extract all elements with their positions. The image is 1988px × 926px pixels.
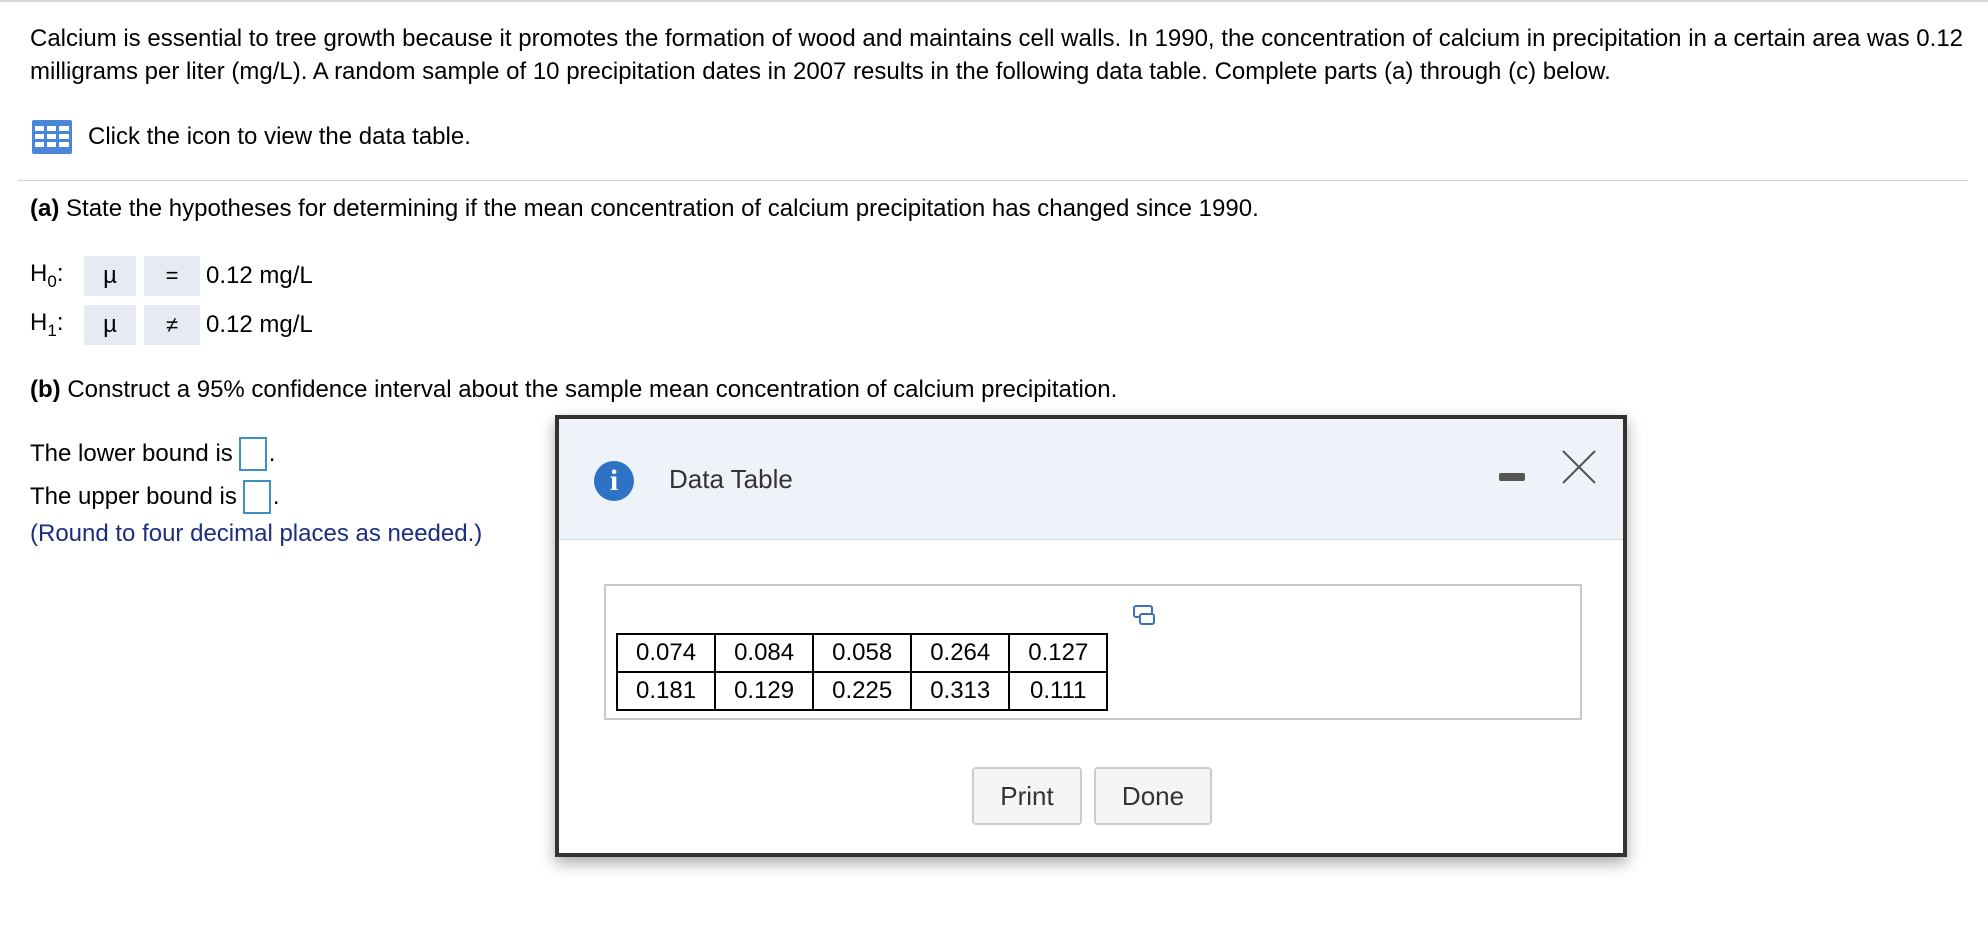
data-table-frame: 0.074 0.084 0.058 0.264 0.127 0.181 0.12… <box>604 584 1582 720</box>
problem-intro: Calcium is essential to tree growth beca… <box>30 25 1964 85</box>
alternative-hypothesis-value: 0.12 mg/L <box>206 311 313 338</box>
table-cell: 0.074 <box>615 633 717 673</box>
dialog-header: i Data Table <box>559 419 1623 540</box>
lower-bound-period: . <box>268 440 276 467</box>
copy-to-clipboard-icon[interactable] <box>1132 602 1158 628</box>
lower-bound-input[interactable] <box>238 437 267 471</box>
alternative-hypothesis-row: H1: µ ≠ 0.12 mg/L <box>30 305 313 345</box>
table-row: 0.074 0.084 0.058 0.264 0.127 <box>615 633 1109 673</box>
null-hypothesis-row: H0: µ = 0.12 mg/L <box>30 256 313 296</box>
data-table-dialog: i Data Table 0.074 0.084 0.058 0.264 0.1… <box>555 415 1627 857</box>
lower-bound-label: The lower bound is <box>30 440 233 467</box>
table-cell: 0.127 <box>1008 633 1109 673</box>
table-cell: 0.129 <box>714 671 815 711</box>
alternative-hypothesis-label: H1: <box>30 309 64 340</box>
part-b-text: Construct a 95% confidence interval abou… <box>67 376 1118 403</box>
data-table-icon[interactable] <box>32 120 72 154</box>
upper-bound-row: The upper bound is . <box>30 480 279 514</box>
part-a-prompt: (a) State the hypotheses for determining… <box>30 193 1259 225</box>
null-hypothesis-parameter[interactable]: µ <box>84 256 136 296</box>
data-table-link-row: Click the icon to view the data table. <box>32 120 471 154</box>
close-icon[interactable] <box>1559 447 1599 487</box>
table-row: 0.181 0.129 0.225 0.313 0.111 <box>615 671 1109 711</box>
rounding-note: (Round to four decimal places as needed.… <box>30 520 483 547</box>
upper-bound-period: . <box>272 483 280 510</box>
part-b-prompt: (b) Construct a 95% confidence interval … <box>30 374 1117 406</box>
table-cell: 0.181 <box>615 671 717 711</box>
top-border <box>0 0 1988 2</box>
null-hypothesis-operator[interactable]: = <box>144 256 200 296</box>
dialog-title: Data Table <box>669 464 793 494</box>
print-button[interactable]: Print <box>972 767 1082 825</box>
table-cell: 0.058 <box>812 633 913 673</box>
table-cell: 0.111 <box>1008 671 1109 711</box>
part-a-text: State the hypotheses for determining if … <box>66 195 1259 222</box>
data-table-link-label: Click the icon to view the data table. <box>88 123 471 150</box>
table-cell: 0.313 <box>910 671 1011 711</box>
part-a-label: (a) <box>30 195 60 222</box>
done-button[interactable]: Done <box>1094 767 1212 825</box>
alternative-hypothesis-operator[interactable]: ≠ <box>144 305 200 345</box>
calcium-data-table: 0.074 0.084 0.058 0.264 0.127 0.181 0.12… <box>615 633 1109 711</box>
table-cell: 0.084 <box>714 633 815 673</box>
section-divider <box>18 180 1968 181</box>
minimize-icon[interactable] <box>1499 471 1527 483</box>
upper-bound-input[interactable] <box>242 480 271 514</box>
table-cell: 0.225 <box>812 671 913 711</box>
table-cell: 0.264 <box>910 633 1011 673</box>
part-b-label: (b) <box>30 376 61 403</box>
alternative-hypothesis-parameter[interactable]: µ <box>84 305 136 345</box>
null-hypothesis-label: H0: <box>30 260 64 291</box>
info-icon: i <box>594 461 634 501</box>
upper-bound-label: The upper bound is <box>30 483 237 510</box>
null-hypothesis-value: 0.12 mg/L <box>206 262 313 289</box>
lower-bound-row: The lower bound is . <box>30 437 275 471</box>
